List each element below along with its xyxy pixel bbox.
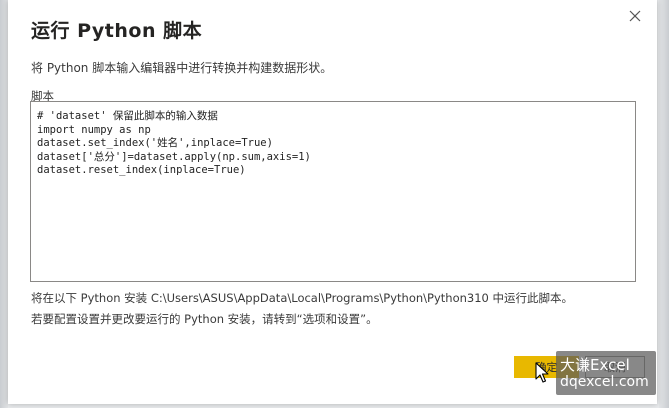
run-python-script-dialog: 运行 Python 脚本 将 Python 脚本输入编辑器中进行转换并构建数据形… xyxy=(8,0,657,404)
watermark-brand: 大谦Excel xyxy=(560,356,630,374)
dialog-title: 运行 Python 脚本 xyxy=(31,20,203,42)
background-window-right xyxy=(659,0,669,408)
background-window-left xyxy=(0,0,8,408)
close-button[interactable] xyxy=(625,6,645,26)
watermark-url: dqexcel.com xyxy=(560,374,649,390)
close-icon xyxy=(629,10,641,22)
mouse-pointer-icon xyxy=(535,362,549,383)
dialog-description: 将 Python 脚本输入编辑器中进行转换并构建数据形状。 xyxy=(31,61,333,75)
python-install-path-info: 将在以下 Python 安装 C:\Users\ASUS\AppData\Loc… xyxy=(31,291,574,305)
script-editor[interactable]: # 'dataset' 保留此脚本的输入数据 import numpy as n… xyxy=(30,101,636,282)
code-line: dataset.reset_index(inplace=True) xyxy=(37,164,246,176)
code-line: import numpy as np xyxy=(37,123,151,136)
code-line: dataset['总分']=dataset.apply(np.sum,axis=… xyxy=(37,150,311,163)
code-line: dataset.set_index('姓名',inplace=True) xyxy=(37,137,273,149)
code-line: # 'dataset' 保留此脚本的输入数据 xyxy=(37,110,218,122)
watermark: 大谦Excel dqexcel.com xyxy=(556,351,656,395)
settings-hint: 若要配置设置并更改要运行的 Python 安装，请转到“选项和设置”。 xyxy=(31,312,378,326)
